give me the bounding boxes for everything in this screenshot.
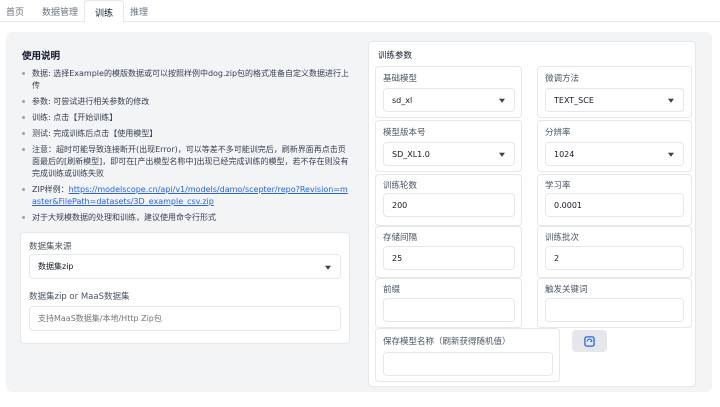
chevron-down-icon bbox=[668, 152, 674, 157]
chevron-down-icon bbox=[499, 152, 505, 157]
save-name-input[interactable] bbox=[383, 352, 553, 376]
instruction-item: 数据: 选择Example的模版数据或可以按照样例中dog.zip包的格式准备自… bbox=[22, 68, 352, 92]
tab-bar: 首页 数据管理 训练 推理 bbox=[0, 0, 720, 23]
resolution-select[interactable]: 1024 bbox=[545, 142, 684, 166]
base-model-label: 基础模型 bbox=[383, 74, 418, 84]
instruction-item: 测试: 完成训练后点击【使用模型】 bbox=[22, 128, 352, 140]
data-source-label: 数据集来源 bbox=[29, 242, 72, 252]
chevron-down-icon bbox=[668, 98, 674, 103]
refresh-name-button[interactable] bbox=[572, 330, 607, 352]
instruction-item: 参数: 可尝试进行相关参数的修改 bbox=[22, 96, 352, 108]
epochs-input[interactable]: 200 bbox=[383, 193, 515, 217]
tab-inference[interactable]: 推理 bbox=[130, 5, 148, 18]
save-interval-input[interactable]: 25 bbox=[383, 246, 515, 270]
trigger-input[interactable] bbox=[545, 298, 684, 322]
lr-label: 学习率 bbox=[545, 181, 571, 191]
instructions: 使用说明 数据: 选择Example的模版数据或可以按照样例中dog.zip包的… bbox=[22, 51, 352, 228]
batch-label: 训练批次 bbox=[545, 233, 580, 243]
batch-input[interactable]: 2 bbox=[545, 246, 684, 270]
finetune-select[interactable]: TEXT_SCE bbox=[545, 88, 684, 112]
tab-data-management[interactable]: 数据管理 bbox=[42, 5, 78, 18]
instructions-title: 使用说明 bbox=[22, 51, 61, 62]
version-label: 模型版本号 bbox=[383, 128, 426, 138]
tab-home[interactable]: 首页 bbox=[6, 5, 24, 18]
tab-train[interactable]: 训练 bbox=[84, 0, 125, 23]
version-select[interactable]: SD_XL1.0 bbox=[383, 142, 515, 166]
save-interval-label: 存储间隔 bbox=[383, 233, 418, 243]
instruction-item: 注意：超时可能导致连接断开(出现Error)，可以等差不多可能训完后，刷新界面再… bbox=[22, 144, 352, 180]
instruction-item: 对于大规模数据的处理和训练，建议使用命令行形式 bbox=[22, 212, 352, 224]
data-source-select[interactable]: 数据集zip bbox=[29, 254, 341, 279]
instruction-item: ZIP样例：https://modelscope.cn/api/v1/model… bbox=[22, 184, 352, 208]
prefix-input[interactable] bbox=[383, 298, 515, 322]
refresh-icon bbox=[584, 335, 595, 347]
chevron-down-icon bbox=[325, 265, 331, 270]
base-model-select[interactable]: sd_xl bbox=[383, 88, 515, 112]
epochs-label: 训练轮数 bbox=[383, 181, 418, 191]
save-name-label: 保存模型名称（刷新获得随机值） bbox=[383, 337, 511, 347]
training-params-title: 训练参数 bbox=[378, 51, 413, 61]
finetune-label: 微调方法 bbox=[545, 74, 580, 84]
zip-example-link[interactable]: https://modelscope.cn/api/v1/models/damo… bbox=[32, 185, 348, 206]
prefix-label: 前缀 bbox=[383, 285, 401, 295]
lr-input[interactable]: 0.0001 bbox=[545, 193, 684, 217]
trigger-label: 触发关键词 bbox=[545, 285, 588, 295]
chevron-down-icon bbox=[499, 98, 505, 103]
dataset-zip-label: 数据集zip or MaaS数据集 bbox=[29, 292, 130, 302]
dataset-zip-input[interactable] bbox=[29, 306, 341, 331]
resolution-label: 分辨率 bbox=[545, 128, 571, 138]
instruction-item: 训练: 点击【开始训练】 bbox=[22, 112, 352, 124]
